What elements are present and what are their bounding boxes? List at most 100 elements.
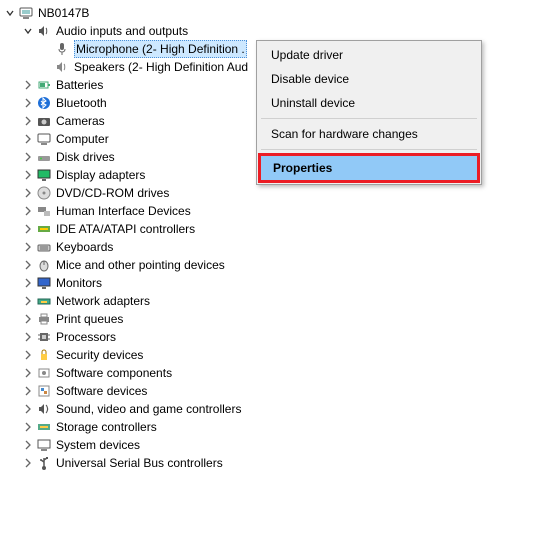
sound-icon [36, 401, 52, 417]
chevron-right-icon[interactable] [22, 187, 34, 199]
category-label: Audio inputs and outputs [56, 22, 188, 40]
category-label: Print queues [56, 310, 123, 328]
category-security[interactable]: Security devices [2, 346, 539, 364]
chevron-right-icon[interactable] [22, 115, 34, 127]
menu-scan-hardware[interactable]: Scan for hardware changes [259, 122, 479, 146]
category-label: Human Interface Devices [56, 202, 191, 220]
menu-separator [261, 149, 477, 150]
device-label: Speakers (2- High Definition Aud [74, 58, 248, 76]
category-label: Processors [56, 328, 116, 346]
ide-icon [36, 221, 52, 237]
bluetooth-icon [36, 95, 52, 111]
mouse-icon [36, 257, 52, 273]
category-label: Software devices [56, 382, 147, 400]
monitor-icon [36, 275, 52, 291]
category-label: Security devices [56, 346, 143, 364]
category-storage[interactable]: Storage controllers [2, 418, 539, 436]
computer-icon [18, 5, 34, 21]
category-mice[interactable]: Mice and other pointing devices [2, 256, 539, 274]
category-dvd[interactable]: DVD/CD-ROM drives [2, 184, 539, 202]
category-label: Cameras [56, 112, 105, 130]
keyboard-icon [36, 239, 52, 255]
speaker-icon [54, 59, 70, 75]
chevron-right-icon[interactable] [22, 223, 34, 235]
software-icon [36, 383, 52, 399]
chevron-right-icon[interactable] [22, 259, 34, 271]
tree-root[interactable]: NB0147B [2, 4, 539, 22]
category-label: Disk drives [56, 148, 115, 166]
chevron-right-icon[interactable] [22, 313, 34, 325]
category-label: Universal Serial Bus controllers [56, 454, 223, 472]
menu-update-driver[interactable]: Update driver [259, 43, 479, 67]
chevron-right-icon[interactable] [22, 241, 34, 253]
category-software-components[interactable]: Software components [2, 364, 539, 382]
chevron-right-icon[interactable] [22, 367, 34, 379]
context-menu: Update driver Disable device Uninstall d… [256, 40, 482, 185]
category-system[interactable]: System devices [2, 436, 539, 454]
category-sound[interactable]: Sound, video and game controllers [2, 400, 539, 418]
category-processors[interactable]: Processors [2, 328, 539, 346]
category-label: Computer [56, 130, 109, 148]
camera-icon [36, 113, 52, 129]
category-audio[interactable]: Audio inputs and outputs [2, 22, 539, 40]
category-label: IDE ATA/ATAPI controllers [56, 220, 195, 238]
chevron-right-icon[interactable] [22, 331, 34, 343]
chevron-down-icon[interactable] [4, 7, 16, 19]
category-label: Keyboards [56, 238, 113, 256]
category-ide[interactable]: IDE ATA/ATAPI controllers [2, 220, 539, 238]
chevron-right-icon[interactable] [22, 169, 34, 181]
cpu-icon [36, 329, 52, 345]
usb-icon [36, 455, 52, 471]
display-icon [36, 167, 52, 183]
network-icon [36, 293, 52, 309]
chevron-right-icon[interactable] [22, 421, 34, 433]
chevron-right-icon[interactable] [22, 133, 34, 145]
chevron-down-icon[interactable] [22, 25, 34, 37]
category-label: Software components [56, 364, 172, 382]
menu-uninstall-device[interactable]: Uninstall device [259, 91, 479, 115]
hid-icon [36, 203, 52, 219]
speaker-icon [36, 23, 52, 39]
computer-icon [36, 131, 52, 147]
disk-icon [36, 149, 52, 165]
category-monitors[interactable]: Monitors [2, 274, 539, 292]
storage-icon [36, 419, 52, 435]
chevron-right-icon[interactable] [22, 205, 34, 217]
chevron-right-icon[interactable] [22, 457, 34, 469]
category-label: System devices [56, 436, 140, 454]
printer-icon [36, 311, 52, 327]
battery-icon [36, 77, 52, 93]
category-label: Display adapters [56, 166, 145, 184]
category-label: Mice and other pointing devices [56, 256, 225, 274]
category-usb[interactable]: Universal Serial Bus controllers [2, 454, 539, 472]
category-label: DVD/CD-ROM drives [56, 184, 169, 202]
menu-disable-device[interactable]: Disable device [259, 67, 479, 91]
chevron-right-icon[interactable] [22, 151, 34, 163]
category-label: Batteries [56, 76, 103, 94]
system-icon [36, 437, 52, 453]
category-label: Bluetooth [56, 94, 107, 112]
category-label: Monitors [56, 274, 102, 292]
chevron-right-icon[interactable] [22, 97, 34, 109]
chevron-right-icon[interactable] [22, 277, 34, 289]
category-network[interactable]: Network adapters [2, 292, 539, 310]
microphone-icon [54, 41, 70, 57]
category-label: Storage controllers [56, 418, 157, 436]
category-keyboards[interactable]: Keyboards [2, 238, 539, 256]
chevron-right-icon[interactable] [22, 439, 34, 451]
chevron-right-icon[interactable] [22, 79, 34, 91]
component-icon [36, 365, 52, 381]
annotation-highlight: Properties [258, 153, 480, 183]
device-label: Microphone (2- High Definition . [74, 40, 247, 58]
category-hid[interactable]: Human Interface Devices [2, 202, 539, 220]
category-print-queues[interactable]: Print queues [2, 310, 539, 328]
menu-properties[interactable]: Properties [261, 156, 477, 180]
security-icon [36, 347, 52, 363]
category-label: Network adapters [56, 292, 150, 310]
chevron-right-icon[interactable] [22, 349, 34, 361]
chevron-right-icon[interactable] [22, 403, 34, 415]
category-software-devices[interactable]: Software devices [2, 382, 539, 400]
menu-separator [261, 118, 477, 119]
chevron-right-icon[interactable] [22, 385, 34, 397]
chevron-right-icon[interactable] [22, 295, 34, 307]
